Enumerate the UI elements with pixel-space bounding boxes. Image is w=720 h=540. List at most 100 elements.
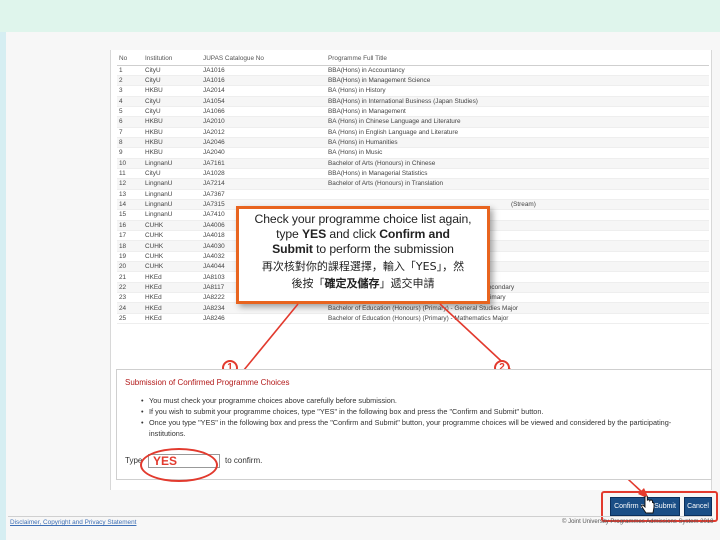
- callout-button-name-2: Submit: [272, 242, 313, 256]
- cell-programme-title: Bachelor of Arts (Honours) in Translatio…: [326, 178, 709, 190]
- input-highlight-ring: [140, 448, 218, 482]
- cell-catalogue-no: JA2040: [201, 147, 326, 159]
- callout-line-2: type YES and click Confirm and: [239, 227, 487, 242]
- cell-no: 16: [117, 220, 143, 232]
- cell-no: 6: [117, 116, 143, 128]
- callout-chinese-line-2: 後按「確定及儲存」遞交申請: [239, 275, 487, 292]
- table-row: 2 CityU JA1016 BBA(Hons) in Management Scie…: [117, 75, 709, 87]
- cell-no: 12: [117, 178, 143, 190]
- cell-catalogue-no: JA7214: [201, 178, 326, 190]
- column-header-institution: Institution: [143, 52, 201, 66]
- callout-click-text: and click: [326, 227, 380, 241]
- cell-programme-title: Bachelor of Education (Honours) (Primary…: [326, 313, 709, 325]
- type-suffix: to confirm.: [225, 456, 263, 465]
- cell-institution: HKEd: [143, 271, 201, 283]
- cell-no: 17: [117, 230, 143, 242]
- table-row: 10 LingnanU JA7161 Bachelor of Arts (Honour…: [117, 158, 709, 169]
- callout-zh-button: 確定及儲存: [324, 277, 380, 290]
- submission-title: Submission of Confirmed Programme Choice…: [125, 378, 290, 387]
- cell-catalogue-no: JA1054: [201, 96, 326, 107]
- left-edge-strip: [0, 32, 6, 540]
- cell-catalogue-no: JA7367: [201, 189, 326, 200]
- cell-institution: LingnanU: [143, 158, 201, 169]
- cell-institution: HKBU: [143, 137, 201, 149]
- cell-institution: LingnanU: [143, 209, 201, 221]
- table-row: 24 HKEd JA8234 Bachelor of Education (Honou…: [117, 302, 709, 314]
- cell-programme-title: BA (Hons) in Humanities: [326, 137, 709, 149]
- submission-instructions: You must check your programme choices ab…: [141, 395, 701, 439]
- table-row: 7 HKBU JA2012 BA (Hons) in English Language…: [117, 127, 709, 138]
- cell-catalogue-no: JA2014: [201, 85, 326, 97]
- cell-catalogue-no: JA8234: [201, 302, 326, 314]
- cell-institution: CityU: [143, 106, 201, 118]
- cell-catalogue-no: JA1016: [201, 65, 326, 76]
- cell-institution: CUHK: [143, 220, 201, 232]
- table-row: 13 LingnanU JA7367: [117, 189, 709, 200]
- cell-no: 13: [117, 189, 143, 200]
- cell-no: 7: [117, 127, 143, 138]
- cell-institution: CUHK: [143, 230, 201, 242]
- cell-no: 23: [117, 292, 143, 304]
- cell-programme-title: [326, 189, 709, 200]
- cell-catalogue-no: JA1066: [201, 106, 326, 118]
- table-row: 6 HKBU JA2010 BA (Hons) in Chinese Language…: [117, 116, 709, 128]
- cancel-button[interactable]: Cancel: [684, 497, 712, 516]
- copyright-text: © Joint University Programmes Admissions…: [562, 519, 714, 525]
- cell-institution: HKBU: [143, 127, 201, 138]
- cell-no: 4: [117, 96, 143, 107]
- instruction-item: You must check your programme choices ab…: [141, 395, 701, 406]
- cell-no: 19: [117, 251, 143, 263]
- cell-no: 20: [117, 261, 143, 273]
- cell-no: 25: [117, 313, 143, 325]
- hand-cursor-icon: [641, 496, 655, 514]
- cell-no: 14: [117, 199, 143, 211]
- cell-no: 21: [117, 271, 143, 283]
- table-header-row: No Institution JUPAS Catalogue No Progra…: [117, 52, 709, 66]
- cell-institution: LingnanU: [143, 199, 201, 211]
- cell-institution: CityU: [143, 96, 201, 107]
- callout-line-3: Submit to perform the submission: [239, 242, 487, 257]
- column-header-catalogue-no: JUPAS Catalogue No: [201, 52, 326, 66]
- table-row: 5 CityU JA1066 BBA(Hons) in Management: [117, 106, 709, 118]
- cell-no: 18: [117, 240, 143, 252]
- callout-button-name: Confirm and: [379, 227, 450, 241]
- cell-no: 24: [117, 302, 143, 314]
- cell-institution: CUHK: [143, 261, 201, 273]
- column-header-programme-title: Programme Full Title: [326, 52, 709, 66]
- cell-institution: HKBU: [143, 116, 201, 128]
- column-header-no: No: [117, 52, 143, 66]
- cell-institution: CUHK: [143, 251, 201, 263]
- cell-institution: CityU: [143, 75, 201, 87]
- cell-no: 2: [117, 75, 143, 87]
- cell-no: 9: [117, 147, 143, 159]
- cell-no: 1: [117, 65, 143, 76]
- cell-catalogue-no: JA2010: [201, 116, 326, 128]
- cell-no: 22: [117, 282, 143, 294]
- cell-institution: HKEd: [143, 313, 201, 325]
- table-row: 25 HKEd JA8246 Bachelor of Education (Honou…: [117, 313, 709, 325]
- cell-institution: HKBU: [143, 85, 201, 97]
- cell-catalogue-no: JA1016: [201, 75, 326, 87]
- cell-institution: HKEd: [143, 282, 201, 294]
- callout-chinese-line-1: 再次核對你的課程選擇，輸入「YES」，然: [261, 260, 465, 273]
- callout-zh-pre: 後按「: [291, 277, 325, 290]
- table-row: 12 LingnanU JA7214 Bachelor of Arts (Honour…: [117, 178, 709, 190]
- table-row: 4 CityU JA1054 BBA(Hons) in International B…: [117, 96, 709, 107]
- cell-institution: CityU: [143, 168, 201, 180]
- cell-institution: LingnanU: [143, 178, 201, 190]
- table-row: 11 CityU JA1028 BBA(Hons) in Managerial Sta…: [117, 168, 709, 180]
- instruction-item: If you wish to submit your programme cho…: [141, 406, 701, 417]
- callout-zh-post: 」遞交申請: [379, 277, 435, 290]
- cell-no: 8: [117, 137, 143, 149]
- table-row: 9 HKBU JA2040 BA (Hons) in Music: [117, 147, 709, 159]
- cell-institution: CityU: [143, 65, 201, 76]
- cell-institution: LingnanU: [143, 189, 201, 200]
- top-banner: [0, 0, 720, 32]
- cell-institution: HKBU: [143, 147, 201, 159]
- callout-submission-text: to perform the submission: [312, 242, 454, 256]
- table-row: 8 HKBU JA2046 BA (Hons) in Humanities: [117, 137, 709, 149]
- cell-catalogue-no: JA2046: [201, 137, 326, 149]
- cell-programme-title: Bachelor of Arts (Honours) in Chinese: [326, 158, 709, 169]
- cell-programme-title: BA (Hons) in History: [326, 85, 709, 97]
- disclaimer-link[interactable]: Disclaimer, Copyright and Privacy Statem…: [10, 519, 136, 526]
